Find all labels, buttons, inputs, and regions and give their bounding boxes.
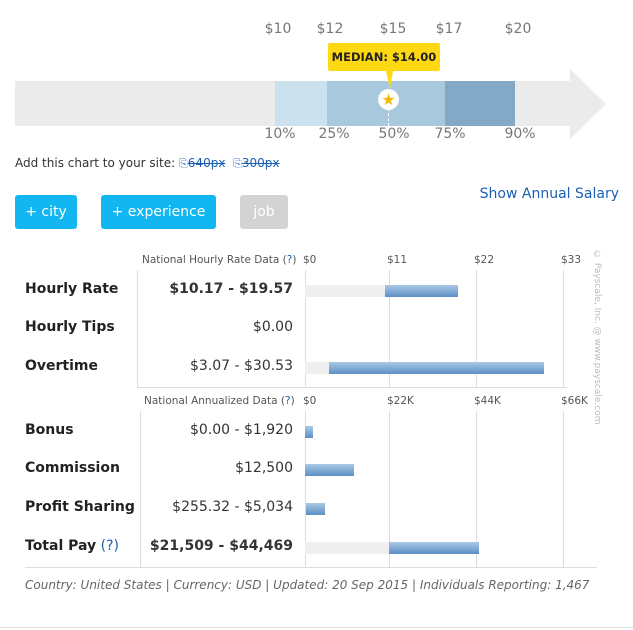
row-label-text: Profit Sharing: [25, 499, 135, 515]
axis-tick: $22: [474, 254, 495, 266]
range-75-90: [445, 81, 515, 126]
salary-label: $20: [504, 21, 532, 37]
axis-tick: $66K: [561, 395, 588, 407]
hourly-header-text: National Hourly Rate Data: [142, 254, 280, 266]
gridline: [563, 270, 564, 387]
percentile-label: 50%: [378, 126, 410, 142]
percentile-label: 25%: [318, 126, 350, 142]
range-bar: [389, 542, 479, 554]
add-city-button[interactable]: + city: [15, 195, 77, 229]
range-bar: [305, 503, 325, 515]
row-label-text: Bonus: [25, 422, 74, 438]
job-button[interactable]: job: [240, 195, 288, 229]
range-bar: [329, 362, 544, 374]
divider: [25, 567, 597, 568]
percentile-label: 75%: [434, 126, 466, 142]
axis-tick: $0: [303, 254, 317, 266]
embed-640-link[interactable]: 640px: [188, 156, 226, 170]
code-file-icon: ⎘: [178, 157, 188, 170]
annual-header-text: National Annualized Data: [144, 395, 278, 407]
bar-background: [305, 542, 390, 554]
range-bar: [384, 285, 458, 297]
divider: [137, 270, 138, 387]
divider: [137, 387, 567, 388]
range-bar: [305, 426, 313, 438]
row-value: $0.00: [252, 319, 293, 335]
row-label-text: Commission: [25, 460, 120, 476]
arrow-head: [570, 69, 606, 139]
help-link[interactable]: ?: [287, 254, 293, 266]
row-value: $0.00 - $1,920: [189, 422, 293, 438]
footer-info: Country: United States | Currency: USD |…: [25, 578, 590, 592]
bottom-border: [0, 627, 633, 628]
help-link[interactable]: ?: [285, 395, 291, 407]
annual-header: National Annualized Data (?): [144, 395, 295, 407]
row-label-text: Hourly Rate: [25, 281, 119, 297]
code-file-icon: ⎘: [233, 157, 242, 170]
help-link[interactable]: (?): [101, 538, 119, 554]
row-label: Bonus: [25, 422, 74, 438]
row-label-text: Total Pay: [25, 538, 97, 554]
row-label: Overtime: [25, 358, 98, 374]
embed-row: Add this chart to your site: ⎘640px ⎘300…: [15, 156, 280, 171]
divider: [140, 411, 141, 567]
row-value: $21,509 - $44,469: [149, 538, 293, 554]
salary-label: $10: [264, 21, 292, 37]
row-value: $255.32 - $5,034: [172, 499, 293, 515]
row-label: Profit Sharing: [25, 499, 135, 515]
gridline: [563, 411, 564, 567]
row-label: Commission: [25, 460, 120, 476]
axis-tick: $0: [303, 395, 317, 407]
embed-300-link[interactable]: 300px: [242, 156, 280, 170]
hourly-header: National Hourly Rate Data (?): [142, 254, 297, 266]
salary-label: $12: [316, 21, 344, 37]
axis-tick: $11: [387, 254, 408, 266]
median-line: [388, 108, 389, 126]
row-value: $3.07 - $30.53: [189, 358, 293, 374]
bar-background: [305, 362, 329, 374]
axis-tick: $44K: [474, 395, 501, 407]
tooltip-pointer: [386, 71, 393, 89]
range-bar: [305, 464, 354, 476]
axis-tick: $22K: [387, 395, 414, 407]
range-10-25: [275, 81, 327, 126]
row-label-text: Hourly Tips: [25, 319, 115, 335]
percentile-label: 90%: [504, 126, 536, 142]
salary-label: $17: [435, 21, 463, 37]
row-value: $10.17 - $19.57: [169, 281, 293, 297]
show-annual-salary-link[interactable]: Show Annual Salary: [480, 186, 619, 202]
row-label: Hourly Tips: [25, 319, 115, 335]
star-icon: ★: [378, 89, 399, 110]
row-label: Total Pay (?): [25, 538, 119, 554]
embed-label: Add this chart to your site:: [15, 156, 176, 170]
row-value: $12,500: [235, 460, 293, 476]
bar-background: [305, 285, 385, 297]
row-label-text: Overtime: [25, 358, 99, 374]
salary-label: $15: [379, 21, 407, 37]
median-tooltip: MEDIAN: $14.00: [328, 43, 440, 71]
percentile-label: 10%: [264, 126, 296, 142]
row-label: Hourly Rate: [25, 281, 118, 297]
axis-tick: $33: [561, 254, 582, 266]
watermark: © Payscale, Inc. @ www.payscale.com: [592, 250, 602, 425]
add-experience-button[interactable]: + experience: [101, 195, 216, 229]
